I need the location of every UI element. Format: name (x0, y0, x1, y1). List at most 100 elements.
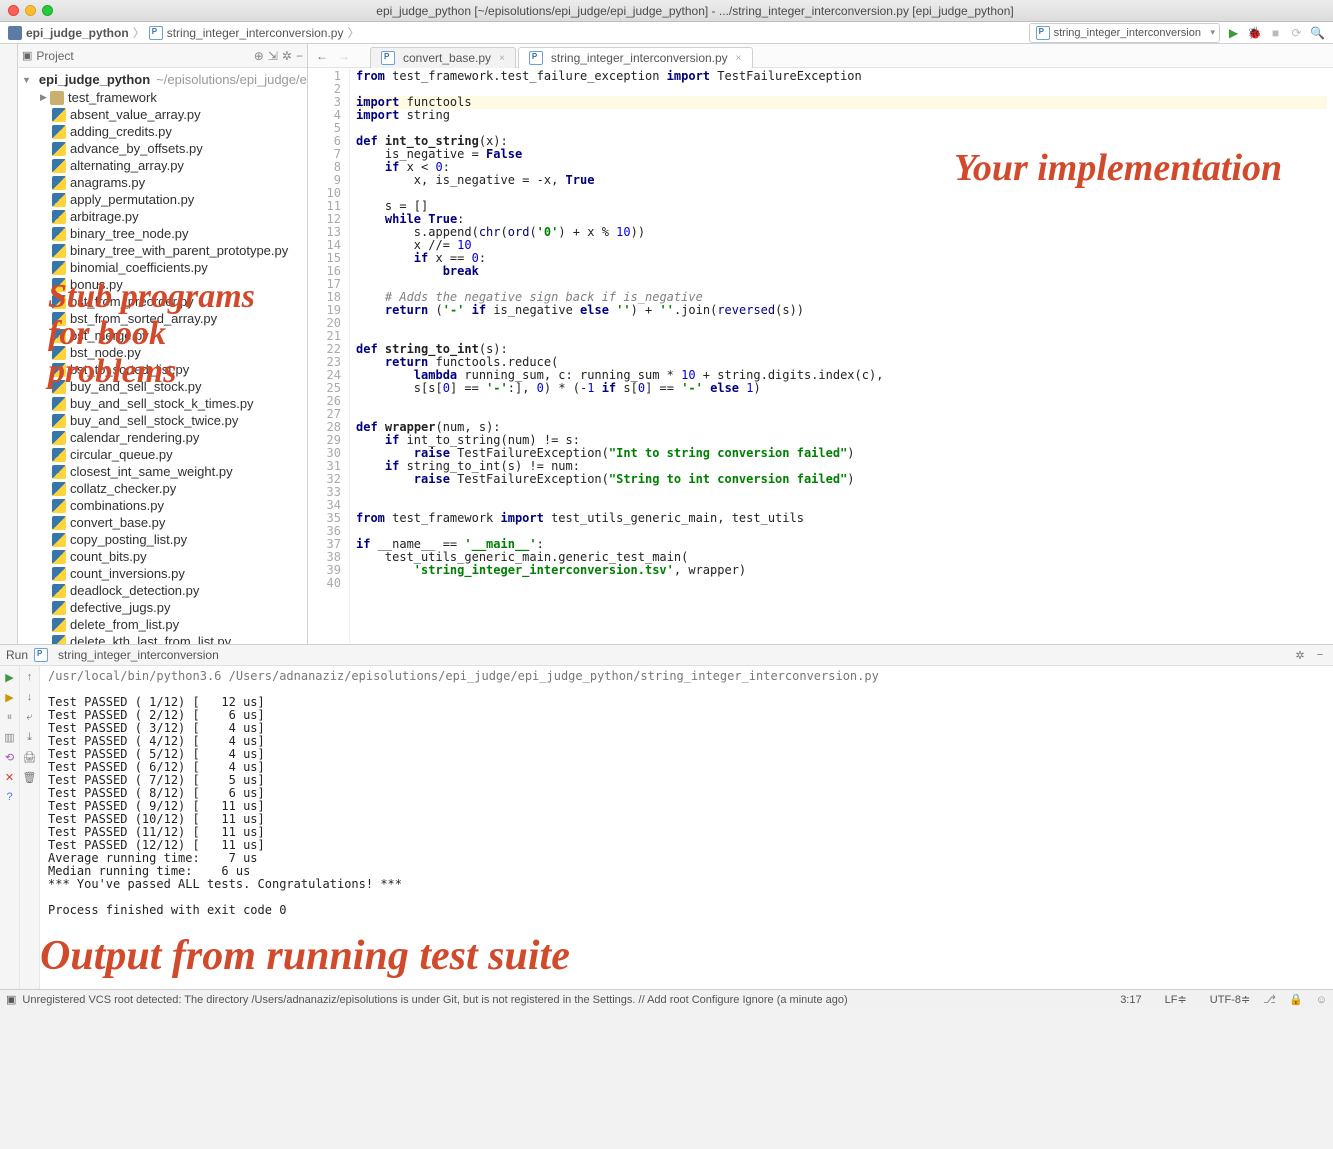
tree-file[interactable]: bst_node.py (18, 344, 307, 361)
tree-file[interactable]: delete_kth_last_from_list.py (18, 633, 307, 644)
search-everywhere-button[interactable]: 🔍 (1310, 25, 1325, 40)
stop-button[interactable]: ■ (1268, 25, 1283, 40)
tree-file[interactable]: absent_value_array.py (18, 106, 307, 123)
tree-file-label: buy_and_sell_stock_twice.py (70, 413, 238, 428)
tree-folder[interactable]: ▶ test_framework (18, 89, 307, 106)
vcs-update-button[interactable]: ⟳ (1289, 25, 1304, 40)
tab-label: convert_base.py (403, 51, 491, 65)
tab-convert-base[interactable]: convert_base.py × (370, 47, 516, 68)
tree-file-label: bst_node.py (70, 345, 141, 360)
tree-file[interactable]: defective_jugs.py (18, 599, 307, 616)
soft-wrap-icon[interactable]: ⤶ (23, 710, 37, 724)
tree-file[interactable]: deadlock_detection.py (18, 582, 307, 599)
tree-file[interactable]: adding_credits.py (18, 123, 307, 140)
lock-icon[interactable]: 🔒 (1289, 994, 1303, 1006)
tree-file-label: circular_queue.py (70, 447, 173, 462)
tree-file-label: bst_merge.py (70, 328, 149, 343)
collapse-all-icon[interactable]: ⇲ (268, 49, 278, 63)
dump-threads-button[interactable]: ▥ (3, 730, 17, 744)
tree-file[interactable]: combinations.py (18, 497, 307, 514)
breadcrumb-file[interactable]: string_integer_interconversion.py (167, 26, 344, 40)
tree-root-path: ~/episolutions/epi_judge/epi_ju... (156, 72, 307, 87)
tree-file[interactable]: buy_and_sell_stock_twice.py (18, 412, 307, 429)
python-file-icon (529, 51, 543, 65)
tree-file[interactable]: bst_from_preorder.py (18, 293, 307, 310)
run-config-selector[interactable]: string_integer_interconversion (1029, 23, 1220, 43)
tree-file[interactable]: convert_base.py (18, 514, 307, 531)
folder-icon (8, 26, 22, 40)
tree-file[interactable]: advance_by_offsets.py (18, 140, 307, 157)
hide-panel-icon[interactable]: − (296, 49, 303, 63)
status-message[interactable]: Unregistered VCS root detected: The dire… (22, 994, 1110, 1006)
scroll-to-end-icon[interactable]: ⤓ (23, 730, 37, 744)
stop-run-button[interactable]: ⏸ (3, 710, 17, 724)
tree-file[interactable]: binary_tree_node.py (18, 225, 307, 242)
tree-file[interactable]: anagrams.py (18, 174, 307, 191)
project-panel-title[interactable]: Project (36, 49, 73, 63)
chevron-down-icon[interactable]: ▼ (22, 75, 31, 85)
tree-file[interactable]: delete_from_list.py (18, 616, 307, 633)
tree-file[interactable]: bst_merge.py (18, 327, 307, 344)
back-arrow-icon[interactable]: ← (314, 48, 330, 64)
editor: ← → convert_base.py × string_integer_int… (308, 44, 1333, 644)
rerun-failed-button[interactable]: ▶ (3, 690, 17, 704)
rerun-button[interactable]: ▶ (3, 670, 17, 684)
debug-button[interactable]: 🐞 (1247, 25, 1262, 40)
git-branch-icon[interactable]: ⎇ (1263, 994, 1276, 1006)
close-tab-icon[interactable]: × (736, 53, 742, 64)
tree-file[interactable]: alternating_array.py (18, 157, 307, 174)
tree-file[interactable]: bst_from_sorted_array.py (18, 310, 307, 327)
tree-file[interactable]: count_inversions.py (18, 565, 307, 582)
tab-string-integer[interactable]: string_integer_interconversion.py × (518, 47, 753, 68)
up-arrow-icon[interactable]: ↑ (23, 670, 37, 684)
tree-file-label: calendar_rendering.py (70, 430, 199, 445)
tree-file[interactable]: count_bits.py (18, 548, 307, 565)
python-file-icon (52, 193, 66, 207)
print-icon[interactable]: 🖨 (23, 750, 37, 764)
tree-file[interactable]: closest_int_same_weight.py (18, 463, 307, 480)
tree-file[interactable]: copy_posting_list.py (18, 531, 307, 548)
run-button[interactable]: ▶ (1226, 25, 1241, 40)
help-button[interactable]: ? (3, 790, 17, 804)
breadcrumb-project[interactable]: epi_judge_python (26, 26, 129, 40)
tree-file[interactable]: binomial_coefficients.py (18, 259, 307, 276)
code-area[interactable]: 1234567891011121314151617181920212223242… (308, 68, 1333, 644)
gear-icon[interactable]: ✲ (1293, 648, 1307, 662)
tree-file[interactable]: apply_permutation.py (18, 191, 307, 208)
down-arrow-icon[interactable]: ↓ (23, 690, 37, 704)
tree-file-label: bst_from_preorder.py (70, 294, 194, 309)
code-content[interactable]: from test_framework.test_failure_excepti… (350, 68, 1333, 644)
tree-file[interactable]: collatz_checker.py (18, 480, 307, 497)
python-file-icon (52, 516, 66, 530)
clear-all-icon[interactable]: 🗑 (23, 770, 37, 784)
tree-file[interactable]: buy_and_sell_stock_k_times.py (18, 395, 307, 412)
console-run-name[interactable]: string_integer_interconversion (58, 648, 219, 662)
forward-arrow-icon[interactable]: → (336, 48, 352, 64)
console-output[interactable]: /usr/local/bin/python3.6 /Users/adnanazi… (40, 666, 1333, 989)
tree-file[interactable]: buy_and_sell_stock.py (18, 378, 307, 395)
tree-file[interactable]: bonus.py (18, 276, 307, 293)
line-separator[interactable]: LF≑ (1155, 994, 1187, 1006)
tree-file[interactable]: binary_tree_with_parent_prototype.py (18, 242, 307, 259)
maximize-window-button[interactable] (42, 5, 53, 16)
restore-layout-button[interactable]: ⟲ (3, 750, 17, 764)
tree-file[interactable]: bst_to_sorted_list.py (18, 361, 307, 378)
chevron-right-icon[interactable]: ▶ (40, 92, 50, 103)
tree-root[interactable]: ▼ epi_judge_python ~/episolutions/epi_ju… (18, 70, 307, 89)
cursor-position[interactable]: 3:17 (1120, 994, 1141, 1006)
close-window-button[interactable] (8, 5, 19, 16)
editor-toolbar: ← → convert_base.py × string_integer_int… (308, 44, 1333, 68)
tree-file[interactable]: circular_queue.py (18, 446, 307, 463)
settings-icon[interactable]: ✲ (282, 49, 292, 63)
minimize-console-icon[interactable]: − (1313, 648, 1327, 662)
minimize-window-button[interactable] (25, 5, 36, 16)
file-encoding[interactable]: UTF-8≑ (1200, 994, 1250, 1006)
autoscroll-icon[interactable]: ⊕ (254, 49, 264, 63)
inspector-icon[interactable]: ☺ (1316, 994, 1327, 1006)
close-tab-icon[interactable]: × (499, 53, 505, 64)
project-tree[interactable]: ▼ epi_judge_python ~/episolutions/epi_ju… (18, 68, 307, 644)
tree-file[interactable]: calendar_rendering.py (18, 429, 307, 446)
status-notice-icon[interactable]: ▣ (6, 993, 16, 1006)
close-console-button[interactable]: ✕ (3, 770, 17, 784)
tree-file[interactable]: arbitrage.py (18, 208, 307, 225)
